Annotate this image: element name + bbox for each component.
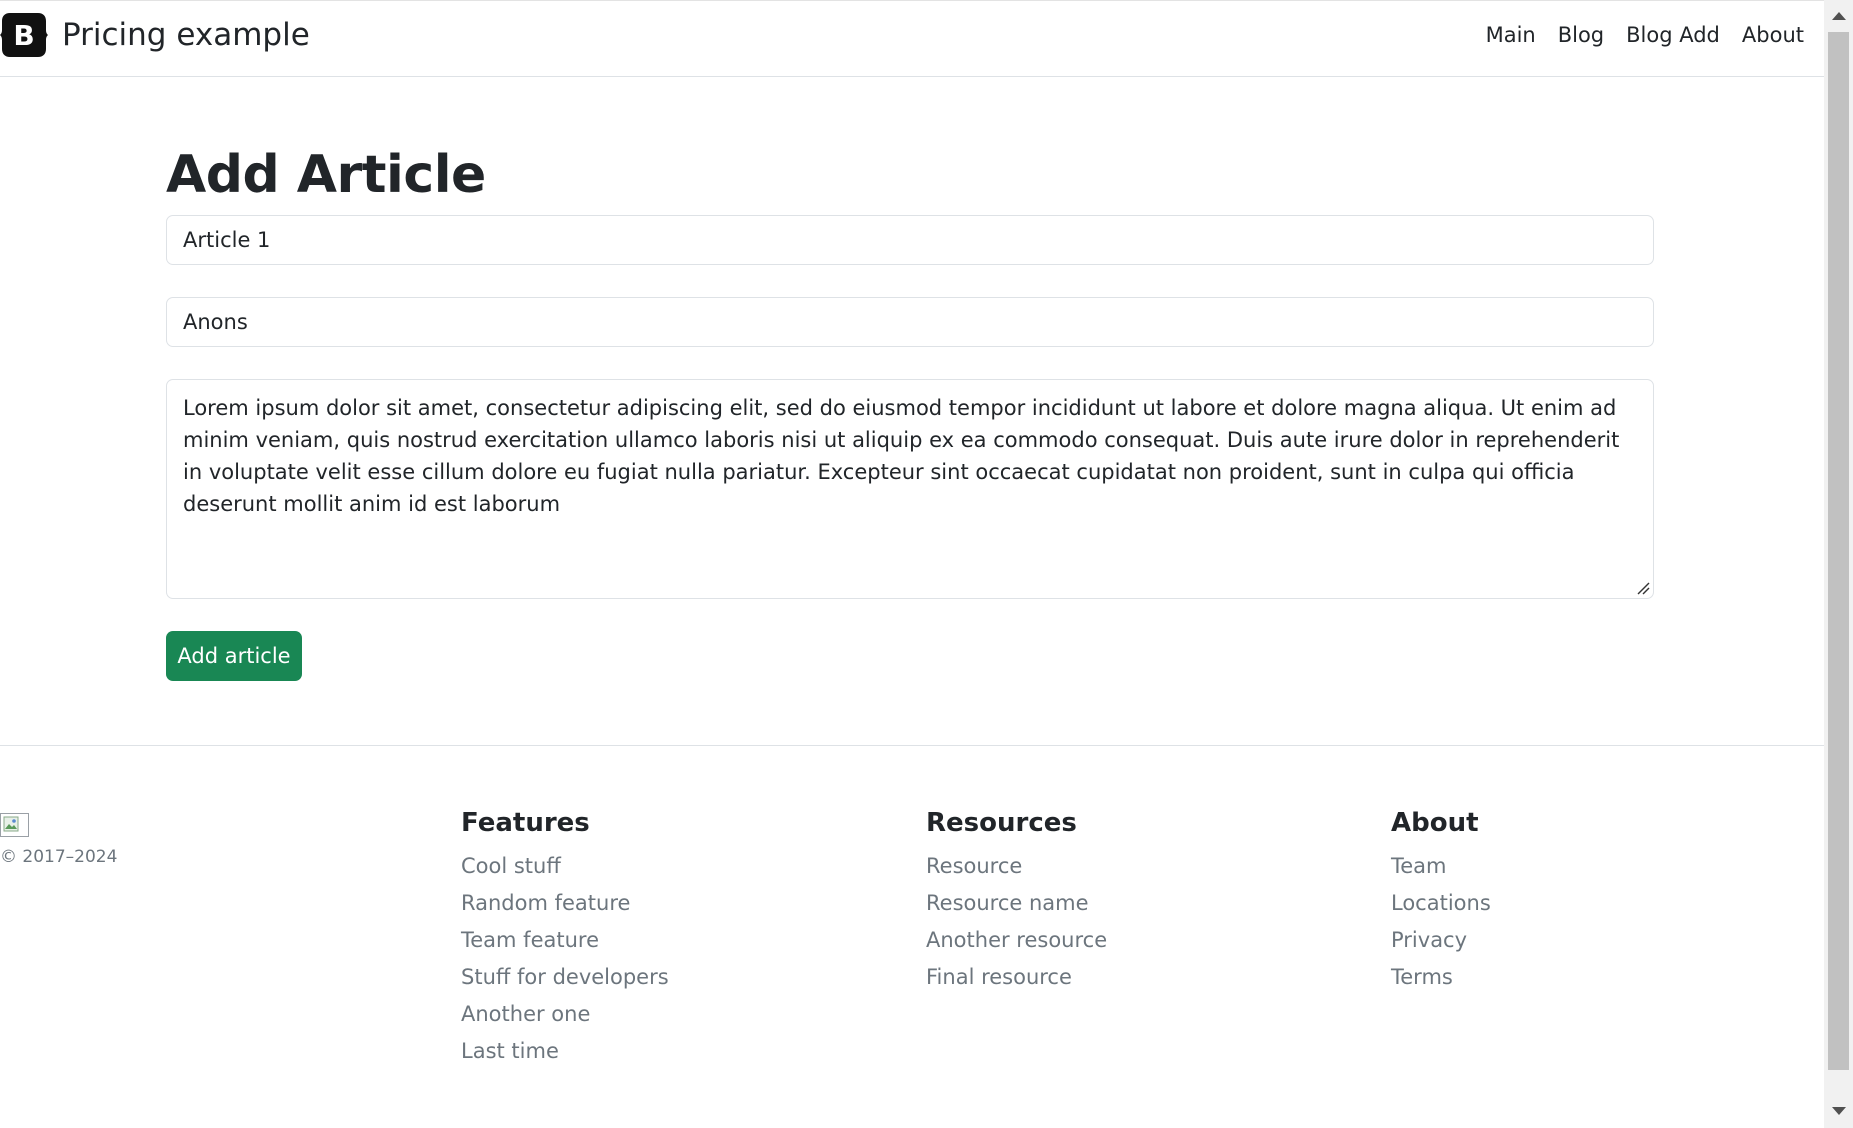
scroll-down-arrow-icon[interactable] [1832, 1107, 1846, 1115]
main-nav: Main Blog Blog Add About [1464, 23, 1804, 47]
bootstrap-logo-icon: B [0, 12, 48, 58]
site-header: B Pricing example Main Blog Blog Add Abo… [0, 0, 1824, 77]
footer-link[interactable]: Cool stuff [461, 848, 669, 885]
footer-link[interactable]: Resource name [926, 885, 1107, 922]
footer-link[interactable]: Resource [926, 848, 1107, 885]
footer-link[interactable]: Another one [461, 996, 669, 1033]
title-input-value: Article 1 [183, 228, 271, 252]
footer-column-features: Features Cool stuff Random feature Team … [461, 808, 669, 1070]
nav-main[interactable]: Main [1486, 23, 1536, 47]
footer-column-about: About Team Locations Privacy Terms [1391, 808, 1491, 996]
footer-heading-features: Features [461, 808, 590, 838]
footer-heading-about: About [1391, 808, 1479, 838]
nav-blog[interactable]: Blog [1558, 23, 1604, 47]
brand[interactable]: B Pricing example [0, 1, 310, 76]
footer-link[interactable]: Random feature [461, 885, 669, 922]
copyright-text: © 2017–2024 [0, 847, 118, 867]
footer-link[interactable]: Stuff for developers [461, 959, 669, 996]
title-input[interactable]: Article 1 [166, 215, 1654, 265]
resize-handle-icon[interactable] [1636, 581, 1650, 595]
footer-divider [0, 745, 1824, 746]
footer-heading-resources: Resources [926, 808, 1077, 838]
footer-link[interactable]: Terms [1391, 959, 1491, 996]
full-text-textarea[interactable]: Lorem ipsum dolor sit amet, consectetur … [166, 379, 1654, 599]
anons-input-value: Anons [183, 310, 248, 334]
footer-link[interactable]: Team feature [461, 922, 669, 959]
footer-brand: © 2017–2024 [0, 813, 117, 867]
full-text-value: Lorem ipsum dolor sit amet, consectetur … [183, 396, 1620, 516]
brand-letter: B [13, 19, 34, 52]
footer-link[interactable]: Final resource [926, 959, 1107, 996]
browser-viewport: B Pricing example Main Blog Blog Add Abo… [0, 0, 1853, 1128]
footer-link[interactable]: Privacy [1391, 922, 1491, 959]
nav-blog-add[interactable]: Blog Add [1626, 23, 1720, 47]
scroll-thumb[interactable] [1828, 32, 1849, 1070]
footer-column-resources: Resources Resource Resource name Another… [926, 808, 1107, 996]
footer-link[interactable]: Team [1391, 848, 1491, 885]
footer-link[interactable]: Locations [1391, 885, 1491, 922]
page: B Pricing example Main Blog Blog Add Abo… [0, 0, 1824, 1128]
footer-link[interactable]: Last time [461, 1033, 669, 1070]
scroll-up-arrow-icon[interactable] [1832, 12, 1846, 20]
broken-image-icon [0, 813, 29, 837]
nav-about[interactable]: About [1742, 23, 1804, 47]
vertical-scrollbar[interactable] [1824, 0, 1853, 1128]
footer-link[interactable]: Another resource [926, 922, 1107, 959]
add-article-button[interactable]: Add article [166, 631, 302, 681]
brand-title: Pricing example [62, 16, 310, 53]
page-title: Add Article [166, 145, 486, 205]
anons-input[interactable]: Anons [166, 297, 1654, 347]
